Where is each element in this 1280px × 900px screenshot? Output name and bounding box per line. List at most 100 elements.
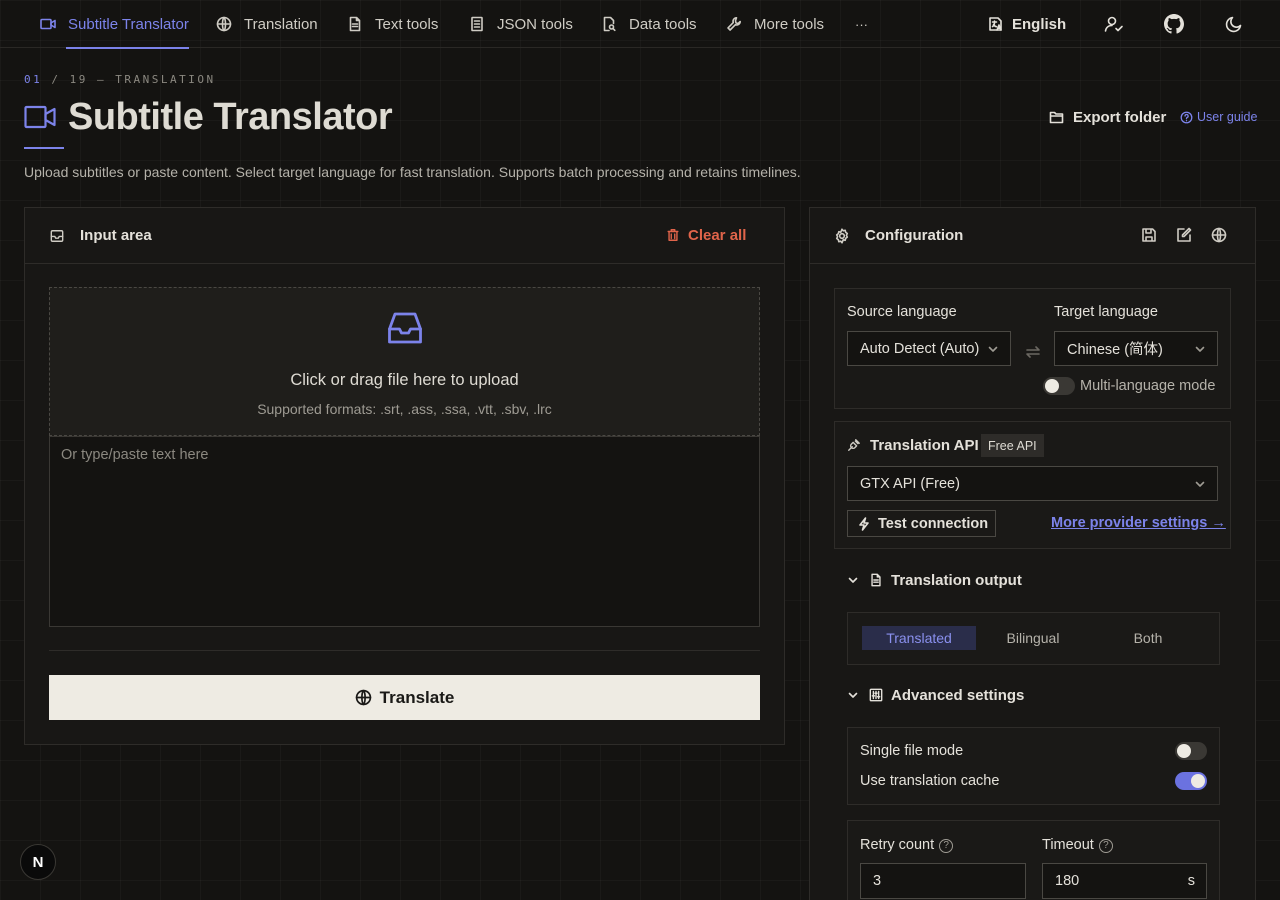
nav-item-subtitle-translator[interactable]: Subtitle Translator (40, 0, 189, 49)
plug-icon (848, 439, 860, 451)
divider (49, 650, 760, 651)
timeout-input[interactable]: 180 s (1042, 863, 1207, 899)
retry-count-value: 3 (873, 873, 882, 889)
language-icon (989, 17, 1002, 31)
nav-item-translation[interactable]: Translation (216, 0, 318, 48)
translation-output-toggle[interactable]: Translation output (847, 570, 1022, 590)
title-underline (24, 147, 64, 149)
input-area-panel: Input area Clear all Click or drag file … (24, 207, 785, 745)
target-language-select[interactable]: Chinese (简体) (1054, 331, 1218, 366)
translation-output-title: Translation output (891, 571, 1022, 589)
advanced-settings-title: Advanced settings (891, 686, 1025, 704)
file-upload-dropzone[interactable]: Click or drag file here to upload Suppor… (49, 287, 760, 436)
clear-all-label: Clear all (688, 226, 747, 244)
language-settings: Source language Auto Detect (Auto) Targe… (834, 288, 1231, 409)
free-api-badge: Free API (981, 434, 1044, 457)
nav-item-label: Data tools (629, 15, 697, 33)
globe-icon (216, 16, 232, 32)
github-icon (1164, 14, 1184, 34)
user-icon (1104, 16, 1123, 32)
export-folder-label: Export folder (1073, 108, 1167, 126)
dev-badge[interactable]: N (20, 844, 56, 880)
more-menu-button[interactable]: ··· (855, 0, 868, 48)
save-icon (1142, 228, 1156, 242)
help-icon[interactable]: ? (939, 839, 954, 853)
retry-count-input[interactable]: 3 (860, 863, 1026, 899)
gear-icon (835, 227, 849, 244)
moon-icon (1225, 16, 1242, 33)
theme-toggle[interactable] (1224, 0, 1244, 48)
clear-all-button[interactable]: Clear all (666, 224, 746, 246)
test-connection-button[interactable]: Test connection (847, 510, 997, 537)
wrench-icon (727, 17, 741, 31)
nav-item-label: More tools (754, 15, 825, 33)
help-icon[interactable]: ? (1098, 839, 1113, 853)
lightning-icon (859, 516, 869, 531)
timeout-label: Timeout? (1042, 837, 1113, 853)
retry-count-label: Retry count? (860, 837, 954, 853)
github-link[interactable] (1164, 0, 1184, 48)
nav-item-json-tools[interactable]: JSON tools (469, 0, 573, 48)
configuration-panel: Configuration Source language Auto Detec… (809, 207, 1256, 900)
retry-count-text: Retry count (860, 837, 935, 853)
test-connection-label: Test connection (878, 515, 989, 532)
panel-header: Configuration (810, 208, 1255, 264)
save-config-button[interactable] (1141, 227, 1157, 243)
api-provider-value: GTX API (Free) (860, 475, 960, 492)
chevron-down-icon (848, 577, 858, 583)
chevron-down-icon (1195, 481, 1205, 487)
source-language-value: Auto Detect (Auto) (860, 340, 980, 357)
advanced-settings-toggle[interactable]: Advanced settings (847, 685, 1024, 705)
swap-icon[interactable] (1026, 346, 1040, 358)
breadcrumb: 01 / 19 — TRANSLATION (24, 73, 216, 86)
panel-title: Input area (80, 227, 152, 244)
output-option-bilingual[interactable]: Bilingual (976, 626, 1090, 650)
language-switcher[interactable]: English (988, 0, 1066, 48)
inbox-icon (388, 312, 422, 344)
document-icon (349, 16, 361, 32)
page-description: Upload subtitles or paste content. Selec… (24, 164, 801, 180)
nav-item-label: Translation (244, 15, 318, 33)
nav-item-text-tools[interactable]: Text tools (347, 0, 438, 48)
provider-settings-link[interactable]: More provider settings → (1051, 515, 1226, 531)
breadcrumb-text: / 19 — TRANSLATION (42, 73, 216, 86)
output-option-translated[interactable]: Translated (862, 626, 976, 650)
account-button[interactable] (1104, 0, 1124, 48)
source-language-select[interactable]: Auto Detect (Auto) (847, 331, 1011, 366)
translation-api-settings: Translation API Free API GTX API (Free) … (834, 421, 1231, 549)
panel-header: Input area Clear all (25, 208, 784, 264)
edit-config-button[interactable] (1176, 227, 1192, 243)
inbox-icon (50, 229, 64, 242)
nav-item-label: JSON tools (497, 15, 573, 33)
chevron-down-icon (848, 692, 858, 698)
multi-language-label: Multi-language mode (1080, 378, 1216, 394)
timeout-text: Timeout (1042, 837, 1094, 853)
trash-icon (667, 229, 679, 241)
cache-toggle[interactable] (1175, 772, 1207, 790)
breadcrumb-number: 01 (24, 73, 43, 86)
page-header: Subtitle Translator (24, 95, 393, 139)
single-file-toggle[interactable] (1175, 742, 1207, 760)
translate-button[interactable]: Translate (49, 675, 760, 720)
nav-item-more-tools[interactable]: More tools (726, 0, 824, 48)
help-circle-icon (1180, 111, 1193, 123)
supported-formats: Supported formats: .srt, .ass, .ssa, .vt… (257, 401, 552, 417)
language-config-button[interactable] (1211, 227, 1227, 243)
text-input[interactable] (49, 436, 760, 627)
search-document-icon (603, 16, 616, 32)
api-provider-select[interactable]: GTX API (Free) (847, 466, 1218, 501)
output-option-both[interactable]: Both (1091, 626, 1205, 650)
retry-timeout-settings: Retry count? 3 Timeout? 180 s (847, 820, 1220, 900)
page-title: Subtitle Translator (68, 95, 393, 138)
export-folder-button[interactable]: Export folder (1049, 106, 1166, 128)
timeout-value: 180 (1055, 873, 1080, 889)
target-language-label: Target language (1054, 304, 1158, 320)
user-guide-link[interactable]: User guide (1180, 108, 1257, 126)
single-file-label: Single file mode (860, 743, 964, 759)
source-language-label: Source language (847, 304, 957, 320)
document-icon (871, 573, 881, 587)
nav-item-data-tools[interactable]: Data tools (601, 0, 697, 48)
multi-language-toggle[interactable] (1043, 377, 1075, 395)
api-title: Translation API (870, 437, 979, 454)
top-navigation: Subtitle Translator Translation Text too… (0, 0, 1280, 49)
